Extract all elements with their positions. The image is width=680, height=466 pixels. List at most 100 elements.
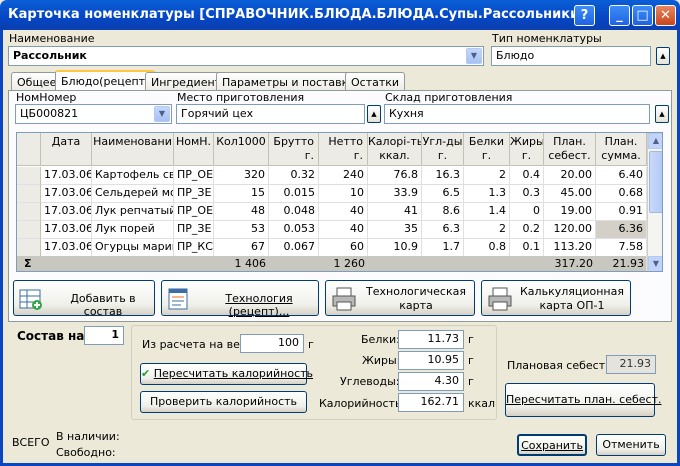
cell-plan-cost[interactable]: 20.00: [544, 167, 596, 185]
cell-name[interactable]: Лук порей: [92, 221, 174, 239]
cell-proteins[interactable]: 1.4: [464, 203, 510, 221]
technology-recipe-button[interactable]: Технология (рецепт)...: [161, 280, 319, 318]
cancel-button[interactable]: Отменить: [596, 434, 666, 456]
cell-calories[interactable]: 35: [368, 221, 422, 239]
row-indicator[interactable]: [17, 221, 41, 239]
name-dropdown-icon[interactable]: ▼: [466, 48, 482, 64]
tab-ingredient[interactable]: Ингредиент: [145, 72, 228, 91]
col-header-plan-sum[interactable]: План. сумма.: [596, 133, 647, 166]
cell-calories[interactable]: 10.9: [368, 239, 422, 257]
vertical-scrollbar[interactable]: ▲ ▼: [647, 133, 662, 271]
check-calories-button[interactable]: Проверить калорийность: [140, 391, 307, 413]
warehouse-up-icon[interactable]: ▲: [655, 105, 669, 123]
cell-nomn[interactable]: ПР_ОЕ: [174, 203, 214, 221]
recalc-cost-button[interactable]: Пересчитать план. себест.: [505, 383, 662, 417]
cell-brutto[interactable]: 0.053: [269, 221, 319, 239]
cell-name[interactable]: Огурцы марин: [92, 239, 174, 257]
cell-date[interactable]: 17.03.06: [41, 185, 92, 203]
tab-dish-recipe[interactable]: Блюдо(рецепт): [55, 70, 156, 91]
nomnomer-input[interactable]: ЦБ000821: [15, 104, 172, 124]
composition-table[interactable]: Дата Наименовани НомН. Кол1000 Брутто г. …: [16, 132, 663, 272]
row-indicator[interactable]: [17, 203, 41, 221]
cell-netto[interactable]: 40: [319, 221, 368, 239]
cell-brutto[interactable]: 0.32: [269, 167, 319, 185]
col-header-calories[interactable]: Калорі-ть ккал.: [368, 133, 422, 166]
col-header-plan-cost[interactable]: План. себест.: [544, 133, 596, 166]
cell-fats[interactable]: 0.3: [510, 185, 544, 203]
cell-carbs[interactable]: 8.6: [422, 203, 464, 221]
cell-plan-cost[interactable]: 19.00: [544, 203, 596, 221]
cell-carbs[interactable]: 16.3: [422, 167, 464, 185]
col-header-proteins[interactable]: Белки г.: [464, 133, 510, 166]
cell-date[interactable]: 17.03.06: [41, 239, 92, 257]
cell-nomn[interactable]: ПР_ОЕ: [174, 167, 214, 185]
row-indicator[interactable]: [17, 239, 41, 257]
cell-carbs[interactable]: 1.7: [422, 239, 464, 257]
scroll-down-icon[interactable]: ▼: [648, 256, 662, 271]
calc-card-button[interactable]: Калькуляционная карта ОП-1: [481, 280, 631, 316]
tech-card-button[interactable]: Технологическая карта: [325, 280, 475, 316]
cell-name[interactable]: Картофель све: [92, 167, 174, 185]
place-input[interactable]: Горячий цех: [176, 104, 365, 124]
cell-proteins[interactable]: 2: [464, 167, 510, 185]
cell-fats[interactable]: 0.2: [510, 221, 544, 239]
cell-nomn[interactable]: ПР_ЗЕ: [174, 185, 214, 203]
cell-fats[interactable]: 0.4: [510, 167, 544, 185]
col-header-name[interactable]: Наименовани: [92, 133, 174, 166]
cell-plan-sum[interactable]: 6.40: [596, 167, 647, 185]
cell-brutto[interactable]: 0.067: [269, 239, 319, 257]
cell-calories[interactable]: 76.8: [368, 167, 422, 185]
minimize-button[interactable]: _: [609, 5, 630, 26]
cell-date[interactable]: 17.03.06: [41, 221, 92, 239]
cell-kol1000[interactable]: 67: [214, 239, 269, 257]
add-to-composition-button[interactable]: Добавить в состав: [13, 280, 155, 318]
cell-proteins[interactable]: 1.3: [464, 185, 510, 203]
cell-carbs[interactable]: 6.3: [422, 221, 464, 239]
cell-plan-sum[interactable]: 7.58: [596, 239, 647, 257]
cell-date[interactable]: 17.03.06: [41, 167, 92, 185]
cell-calories[interactable]: 41: [368, 203, 422, 221]
cell-netto[interactable]: 40: [319, 203, 368, 221]
cell-brutto[interactable]: 0.048: [269, 203, 319, 221]
cell-plan-cost[interactable]: 120.00: [544, 221, 596, 239]
scroll-thumb[interactable]: [649, 151, 662, 213]
cell-brutto[interactable]: 0.015: [269, 185, 319, 203]
row-indicator[interactable]: [17, 185, 41, 203]
col-header-fats[interactable]: Жиры г.: [510, 133, 544, 166]
tab-stock[interactable]: Остатки: [345, 72, 406, 91]
col-header-netto[interactable]: Нетто г.: [319, 133, 368, 166]
cell-netto[interactable]: 10: [319, 185, 368, 203]
name-input[interactable]: Рассольник: [8, 46, 484, 66]
cell-plan-sum[interactable]: 0.68: [596, 185, 647, 203]
row-indicator[interactable]: [17, 167, 41, 185]
cell-carbs[interactable]: 6.5: [422, 185, 464, 203]
cell-name[interactable]: Лук репчатый: [92, 203, 174, 221]
col-header-carbs[interactable]: Угл-ды г.: [422, 133, 464, 166]
col-header-brutto[interactable]: Брутто г.: [269, 133, 319, 166]
cell-fats[interactable]: 0.1: [510, 239, 544, 257]
type-input[interactable]: Блюдо: [491, 46, 651, 66]
cell-nomn[interactable]: ПР_КС: [174, 239, 214, 257]
place-up-icon[interactable]: ▲: [367, 105, 381, 123]
warehouse-input[interactable]: Кухня: [384, 104, 650, 124]
cell-plan-sum[interactable]: 6.36: [596, 221, 647, 239]
cell-nomn[interactable]: ПР_ЗЕ: [174, 221, 214, 239]
maximize-button[interactable]: □: [632, 5, 653, 26]
cell-netto[interactable]: 60: [319, 239, 368, 257]
close-button[interactable]: ✕: [655, 5, 676, 26]
nomnomer-dropdown-icon[interactable]: ▼: [154, 106, 170, 122]
col-header-nomn[interactable]: НомН.: [174, 133, 214, 166]
cell-plan-cost[interactable]: 113.20: [544, 239, 596, 257]
cell-netto[interactable]: 240: [319, 167, 368, 185]
save-button[interactable]: Сохранить: [517, 434, 587, 456]
col-header-kol1000[interactable]: Кол1000: [214, 133, 269, 166]
cell-kol1000[interactable]: 53: [214, 221, 269, 239]
cell-proteins[interactable]: 2: [464, 221, 510, 239]
cell-date[interactable]: 17.03.06: [41, 203, 92, 221]
cell-calories[interactable]: 33.9: [368, 185, 422, 203]
cell-kol1000[interactable]: 48: [214, 203, 269, 221]
cell-kol1000[interactable]: 15: [214, 185, 269, 203]
tab-params[interactable]: Параметры и поставки: [216, 72, 362, 91]
cell-name[interactable]: Сельдерей мол: [92, 185, 174, 203]
sostav-input[interactable]: 1: [84, 326, 124, 345]
